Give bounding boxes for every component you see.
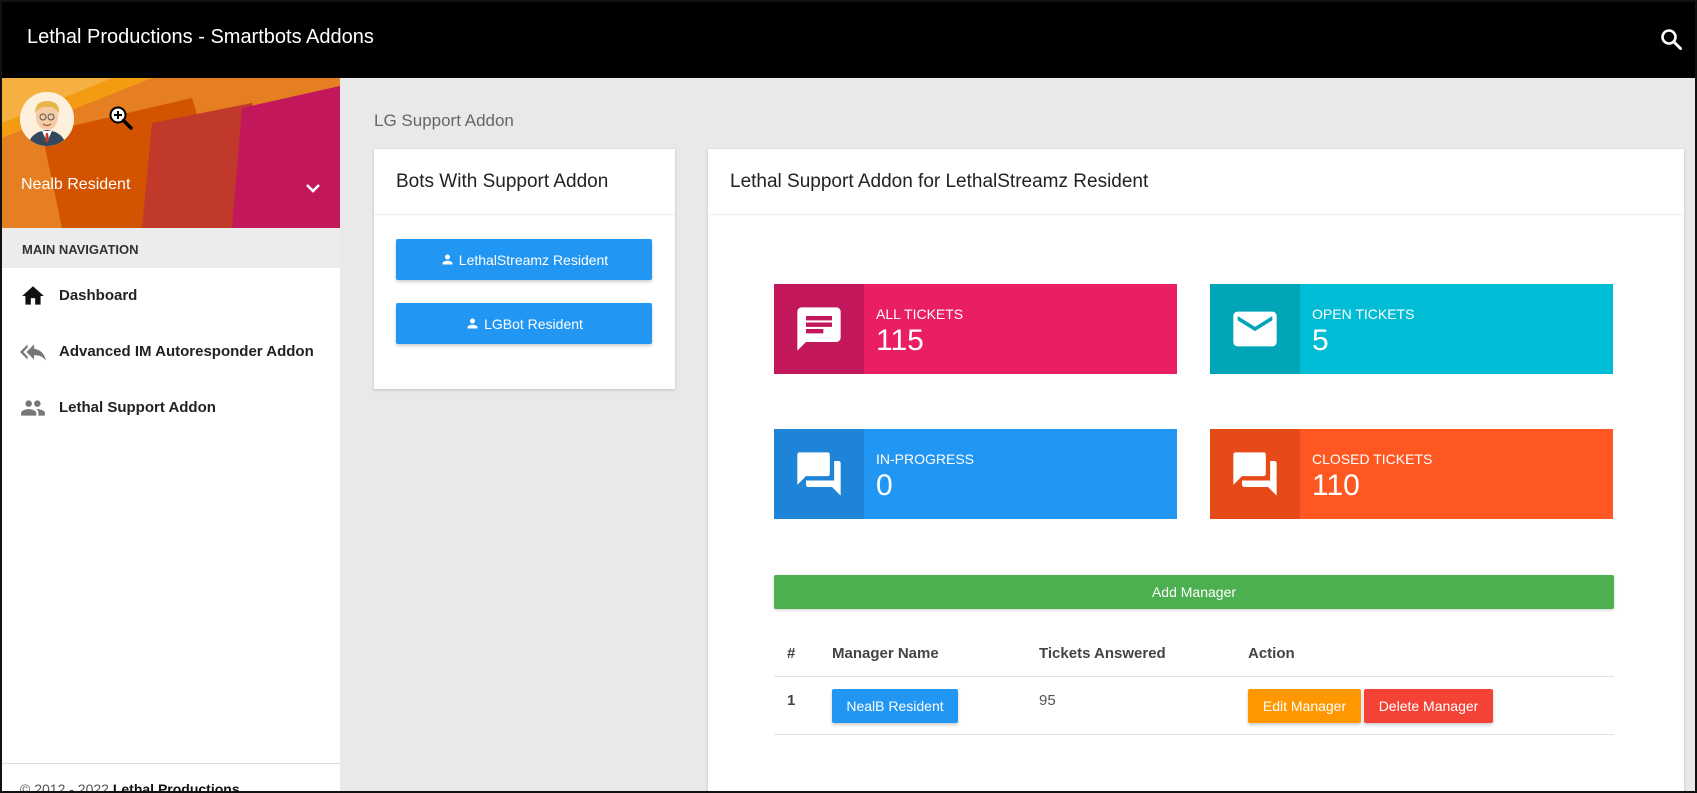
tile-label: ALL TICKETS	[876, 306, 964, 322]
bots-card: Bots With Support Addon LethalStreamz Re…	[374, 149, 675, 389]
breadcrumb: LG Support Addon	[374, 111, 514, 130]
tile-label: IN-PROGRESS	[876, 451, 975, 467]
person-icon	[442, 254, 453, 265]
table-header-manager-name: Manager Name	[832, 645, 939, 662]
tile-value: 5	[1312, 324, 1329, 357]
sidebar: Nealb Resident MAIN NAVIGATION Dashboard…	[2, 78, 340, 793]
tile-open-tickets: OPEN TICKETS 5	[1210, 284, 1613, 374]
bot-button-label: LGBot Resident	[484, 315, 583, 332]
sidebar-item-label: Advanced IM Autoresponder Addon	[59, 343, 314, 360]
people-icon	[21, 400, 45, 416]
bot-button-label: LethalStreamz Resident	[458, 251, 609, 268]
footer-brand: Lethal Productions	[112, 781, 240, 793]
search-icon[interactable]	[1659, 27, 1683, 51]
support-card-header: Lethal Support Addon for LethalStreamz R…	[708, 149, 1684, 215]
bots-card-header: Bots With Support Addon	[374, 149, 675, 215]
tile-value: 0	[876, 469, 893, 502]
user-banner: Nealb Resident	[2, 78, 340, 228]
sidebar-item-im-autoresponder[interactable]: Advanced IM Autoresponder Addon	[2, 324, 340, 380]
tile-closed-tickets: CLOSED TICKETS 110	[1210, 429, 1613, 519]
tile-label: OPEN TICKETS	[1312, 306, 1415, 322]
sidebar-item-label: Lethal Support Addon	[59, 399, 216, 416]
bot-button-lgbot[interactable]: LGBot Resident	[396, 303, 652, 344]
tile-icon-box	[774, 284, 864, 374]
user-name: Nealb Resident	[21, 176, 131, 193]
sidebar-item-dashboard[interactable]: Dashboard	[2, 268, 340, 324]
mail-icon	[1233, 311, 1277, 347]
row-index: 1	[787, 692, 796, 709]
manager-name-button[interactable]: NealB Resident	[832, 689, 958, 723]
chat-icon	[797, 307, 841, 351]
person-icon	[467, 318, 478, 329]
footer-divider	[2, 763, 340, 764]
edit-manager-button[interactable]: Edit Manager	[1248, 689, 1361, 723]
avatar[interactable]	[20, 92, 74, 146]
tile-icon-box	[774, 429, 864, 519]
support-card-title: Lethal Support Addon for LethalStreamz R…	[730, 171, 1149, 192]
tile-all-tickets: ALL TICKETS 115	[774, 284, 1177, 374]
sidebar-item-lethal-support[interactable]: Lethal Support Addon	[2, 380, 340, 436]
table-header-index: #	[787, 645, 796, 662]
tile-icon-box	[1210, 429, 1300, 519]
home-icon	[22, 286, 44, 305]
delete-manager-button[interactable]: Delete Manager	[1364, 689, 1493, 723]
tickets-answered: 95	[1039, 692, 1056, 709]
bot-button-lethalstreamz[interactable]: LethalStreamz Resident	[396, 239, 652, 280]
bots-card-title: Bots With Support Addon	[396, 171, 609, 192]
tile-label: CLOSED TICKETS	[1312, 451, 1433, 467]
tile-icon-box	[1210, 284, 1300, 374]
sidebar-footer: © 2012 - 2022 Lethal Productions	[20, 781, 240, 793]
tile-value: 110	[1312, 469, 1360, 502]
table-header-divider	[774, 676, 1614, 677]
reply-all-icon	[20, 344, 46, 361]
chevron-down-icon[interactable]	[302, 180, 324, 196]
tile-value: 115	[876, 324, 924, 357]
forum-icon	[1233, 452, 1277, 496]
top-bar: Lethal Productions - Smartbots Addons	[2, 2, 1695, 78]
zoom-in-icon	[109, 106, 133, 130]
nav-section-title: MAIN NAVIGATION	[2, 228, 340, 268]
add-manager-button[interactable]: Add Manager	[774, 575, 1614, 609]
forum-icon	[797, 452, 841, 496]
sidebar-item-label: Dashboard	[59, 287, 138, 304]
app-window: Lethal Productions - Smartbots Addons Ne…	[0, 0, 1697, 793]
tile-in-progress: IN-PROGRESS 0	[774, 429, 1177, 519]
footer-copyright: © 2012 - 2022	[20, 781, 109, 793]
table-header-tickets-answered: Tickets Answered	[1039, 645, 1166, 662]
app-title: Lethal Productions - Smartbots Addons	[27, 26, 374, 48]
table-row-divider	[774, 734, 1614, 735]
table-header-action: Action	[1248, 645, 1295, 662]
